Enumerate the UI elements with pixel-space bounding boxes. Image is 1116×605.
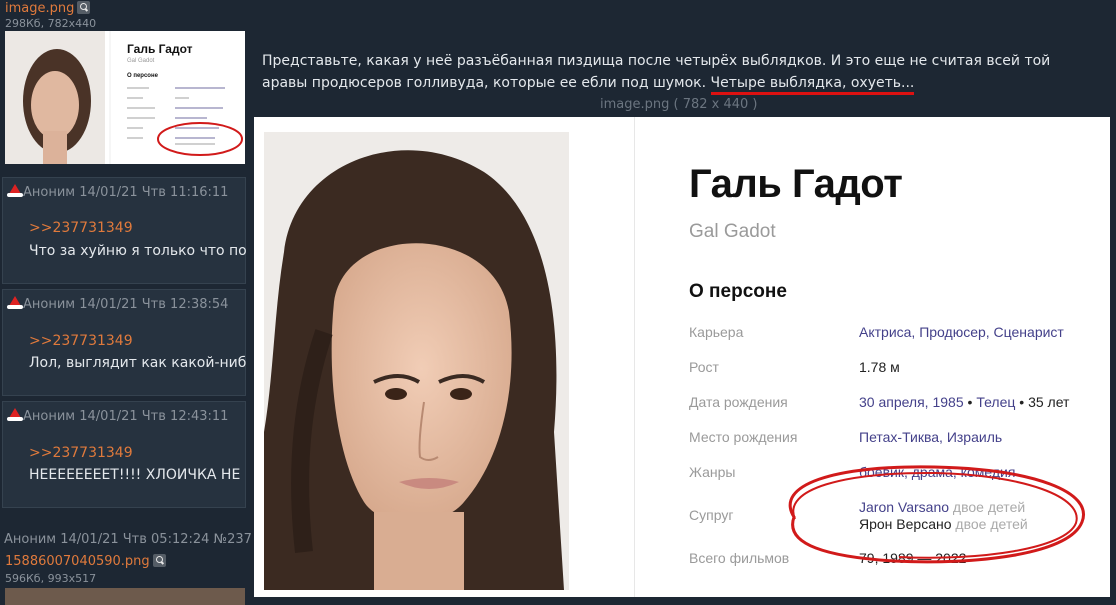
underlined-text: Четыре выблядка, охуеть... — [710, 75, 915, 95]
post-text: НЕЕЕЕЕЕЕЕТ!!!! ХЛОИЧКА НЕ — [29, 467, 241, 483]
expanded-image[interactable]: Галь Гадот Gal Gadot О персоне Карьера А… — [254, 117, 1110, 597]
santa-hat-icon — [7, 296, 23, 310]
file-name[interactable]: image.png — [5, 1, 74, 16]
file-name[interactable]: 15886007040590.png — [5, 554, 150, 569]
post-header: Аноним 14/01/21 Чтв 12:38:54 — [7, 296, 228, 312]
post-header: Аноним 14/01/21 Чтв 05:12:24 №237 — [4, 532, 252, 547]
red-circle-annotation — [788, 465, 1085, 564]
post: Аноним 14/01/21 Чтв 12:38:54 >>237731349… — [2, 289, 246, 396]
post-header: Аноним 14/01/21 Чтв 11:16:11 — [7, 184, 228, 200]
search-icon[interactable] — [77, 1, 91, 14]
post-body: Представьте, какая у неё разъёбанная пиз… — [262, 50, 1082, 95]
reply-link[interactable]: >>237731349 — [29, 333, 133, 349]
post-header: Аноним 14/01/21 Чтв 12:43:11 — [7, 408, 228, 424]
santa-hat-icon — [7, 408, 23, 422]
image-thumbnail[interactable]: Галь Гадот Gal Gadot О персоне — [5, 31, 245, 164]
reply-link[interactable]: >>237731349 — [29, 445, 133, 461]
post-text: Что за хуйню я только что по — [29, 243, 247, 259]
file-link-image[interactable]: image.png — [5, 1, 91, 16]
expanded-image-caption: image.png ( 782 x 440 ) — [600, 97, 758, 112]
imageboard-page: image.png 298Кб, 782x440 Галь Гадот Gal … — [0, 0, 1116, 605]
file-meta: 596Кб, 993x517 — [5, 572, 97, 585]
file-link-image[interactable]: 15886007040590.png — [5, 554, 166, 569]
image-thumbnail[interactable] — [5, 588, 245, 605]
post-text: Лол, выглядит как какой-ниб — [29, 355, 247, 371]
post: Аноним 14/01/21 Чтв 12:43:11 >>237731349… — [2, 401, 246, 508]
search-icon[interactable] — [152, 554, 166, 567]
post: Аноним 14/01/21 Чтв 11:16:11 >>237731349… — [2, 177, 247, 284]
santa-hat-icon — [7, 184, 23, 198]
file-meta: 298Кб, 782x440 — [5, 17, 97, 30]
thumbnail-text-lines — [127, 87, 243, 156]
reply-link[interactable]: >>237731349 — [29, 220, 133, 236]
